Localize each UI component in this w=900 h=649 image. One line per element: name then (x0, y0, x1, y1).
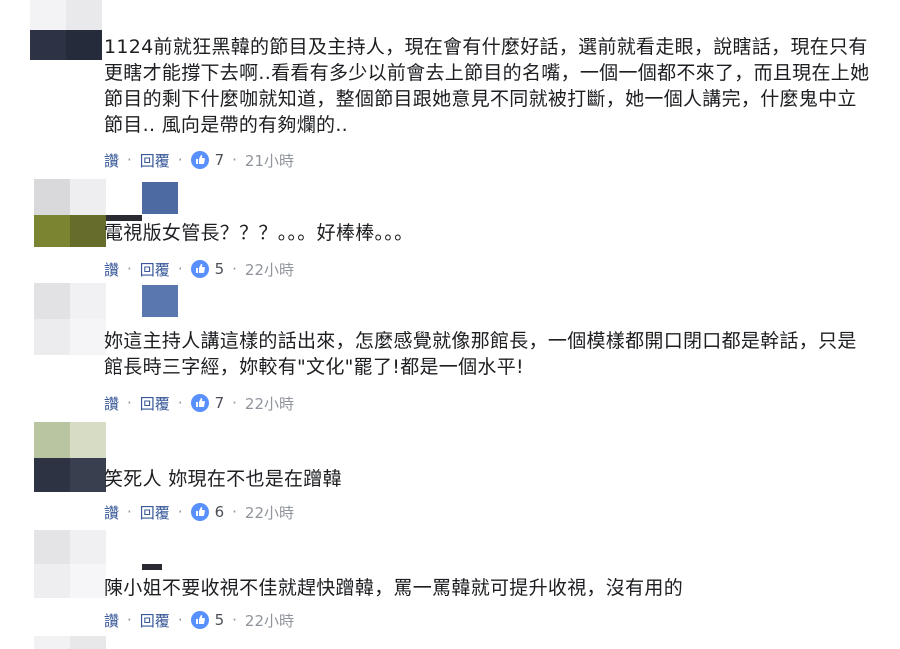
comment-actions: 讚 · 回覆 · 6 · 22小時 (104, 500, 294, 524)
timestamp[interactable]: 21小時 (245, 150, 294, 171)
like-button[interactable]: 讚 (104, 259, 119, 280)
like-count[interactable]: 5 (215, 260, 225, 278)
like-count[interactable]: 5 (215, 611, 225, 629)
comment-text: 笑死人 妳現在不也是在蹭韓 (104, 468, 342, 490)
separator: · (177, 260, 183, 278)
separator: · (127, 611, 132, 629)
comment-actions: 讚 · 回覆 · 7 · 21小時 (104, 148, 294, 172)
separator: · (177, 611, 183, 629)
reply-button[interactable]: 回覆 (140, 150, 170, 171)
comment-actions: 讚 · 回覆 · 5 · 22小時 (104, 257, 294, 281)
separator: · (127, 503, 132, 521)
reply-button[interactable]: 回覆 (140, 393, 170, 414)
separator: · (177, 394, 183, 412)
like-button[interactable]: 讚 (104, 393, 119, 414)
thumbs-up-icon[interactable] (190, 394, 209, 412)
separator: · (127, 260, 132, 278)
separator: · (232, 394, 237, 412)
comment-actions: 讚 · 回覆 · 7 · 22小時 (104, 391, 294, 415)
reply-button[interactable]: 回覆 (140, 502, 170, 523)
like-button[interactable]: 讚 (104, 502, 119, 523)
timestamp[interactable]: 22小時 (245, 502, 294, 523)
thumbs-up-icon[interactable] (190, 260, 209, 278)
reply-button[interactable]: 回覆 (140, 259, 170, 280)
separator: · (127, 151, 132, 169)
separator: · (232, 260, 237, 278)
comment-text: 妳這主持人講這樣的話出來，怎麼感覺就像那館長，一個模樣都開口閉口都是幹話，只是館… (104, 330, 857, 378)
separator: · (232, 503, 237, 521)
thumbs-up-icon[interactable] (190, 611, 209, 629)
like-count[interactable]: 6 (215, 503, 225, 521)
separator: · (232, 611, 237, 629)
comment-actions: 讚 · 回覆 · 5 · 22小時 (104, 608, 294, 632)
like-button[interactable]: 讚 (104, 150, 119, 171)
like-button[interactable]: 讚 (104, 610, 119, 631)
comment-text: 電視版女管長？？？。。。好棒棒。。。 (104, 222, 414, 244)
comment-text: 1124前就狂黑韓的節目及主持人，現在會有什麼好話，選前就看走眼，說瞎話，現在只… (104, 36, 870, 136)
reply-button[interactable]: 回覆 (140, 610, 170, 631)
thumbs-up-icon[interactable] (190, 503, 209, 521)
separator: · (177, 503, 183, 521)
like-count[interactable]: 7 (215, 151, 225, 169)
thumbs-up-icon[interactable] (190, 151, 209, 169)
separator: · (177, 151, 183, 169)
separator: · (232, 151, 237, 169)
timestamp[interactable]: 22小時 (245, 610, 294, 631)
comment-text: 陳小姐不要收視不佳就趕快蹭韓，罵一罵韓就可提升收視，沒有用的 (104, 577, 684, 599)
timestamp[interactable]: 22小時 (245, 393, 294, 414)
like-count[interactable]: 7 (215, 394, 225, 412)
separator: · (127, 394, 132, 412)
timestamp[interactable]: 22小時 (245, 259, 294, 280)
